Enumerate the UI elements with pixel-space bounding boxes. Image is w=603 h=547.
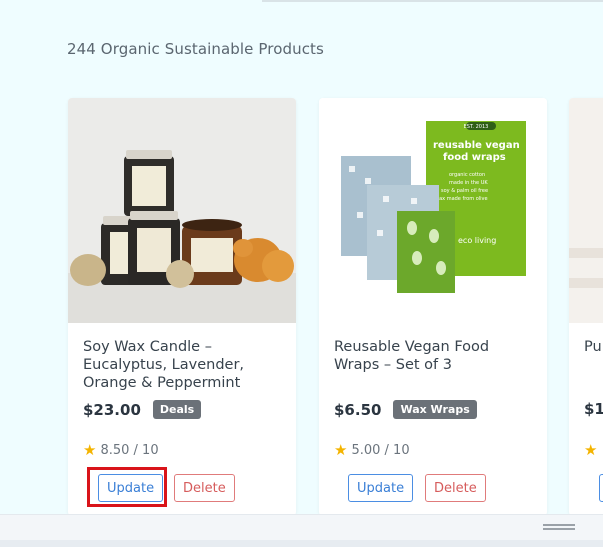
product-rating: ★	[584, 441, 601, 459]
svg-text:wax made from olive: wax made from olive	[435, 196, 488, 202]
product-title[interactable]: Reusable Vegan Food Wraps – Set of 3	[334, 338, 534, 374]
category-badge: Deals	[152, 400, 202, 419]
svg-text:food wraps: food wraps	[443, 152, 506, 163]
rating-value: 8.50 / 10	[100, 442, 159, 458]
price-row: $6.50 Wax Wraps	[334, 400, 477, 419]
product-price: $19	[584, 400, 603, 418]
package-brand-tag: EST. 2013	[464, 124, 489, 130]
star-icon: ★	[334, 441, 348, 459]
product-image-partial	[569, 98, 603, 323]
product-card-food-wraps: EST. 2013 reusable vegan food wraps orga…	[319, 98, 547, 516]
update-button[interactable]: Update	[98, 474, 164, 502]
price-row: $23.00 Deals	[83, 400, 202, 419]
product-image-food-wraps: EST. 2013 reusable vegan food wraps orga…	[319, 98, 547, 323]
update-button[interactable]: Update	[348, 474, 414, 502]
category-badge: Wax Wraps	[393, 400, 477, 419]
product-rating: ★ 8.50 / 10	[83, 441, 159, 459]
delete-button[interactable]: Delete	[174, 474, 235, 502]
product-title[interactable]: Pu	[584, 338, 603, 356]
svg-text:reusable vegan: reusable vegan	[433, 140, 520, 151]
star-icon: ★	[584, 441, 598, 459]
svg-text:organic cotton: organic cotton	[449, 172, 485, 178]
price-row: $19	[584, 400, 603, 418]
product-title[interactable]: Soy Wax Candle – Eucalyptus, Lavender, O…	[83, 338, 283, 392]
svg-text:soy & palm oil free: soy & palm oil free	[441, 188, 488, 194]
package-logo: eco living	[458, 236, 496, 245]
delete-button[interactable]: Delete	[425, 474, 486, 502]
product-card-candle: Soy Wax Candle – Eucalyptus, Lavender, O…	[68, 98, 296, 516]
bottom-strip	[0, 540, 603, 547]
product-price: $6.50	[334, 400, 382, 419]
bottom-bar	[0, 514, 603, 541]
rating-value: 5.00 / 10	[351, 442, 410, 458]
product-price: $23.00	[83, 400, 141, 419]
product-rating: ★ 5.00 / 10	[334, 441, 410, 459]
product-card-partial: Pu $19 ★	[569, 98, 603, 516]
drag-handle-icon[interactable]	[543, 524, 575, 530]
update-button[interactable]	[599, 474, 603, 502]
svg-text:made in the UK: made in the UK	[449, 180, 488, 186]
product-image-candle	[68, 98, 296, 323]
product-carousel: Soy Wax Candle – Eucalyptus, Lavender, O…	[0, 0, 603, 547]
star-icon: ★	[83, 441, 97, 459]
